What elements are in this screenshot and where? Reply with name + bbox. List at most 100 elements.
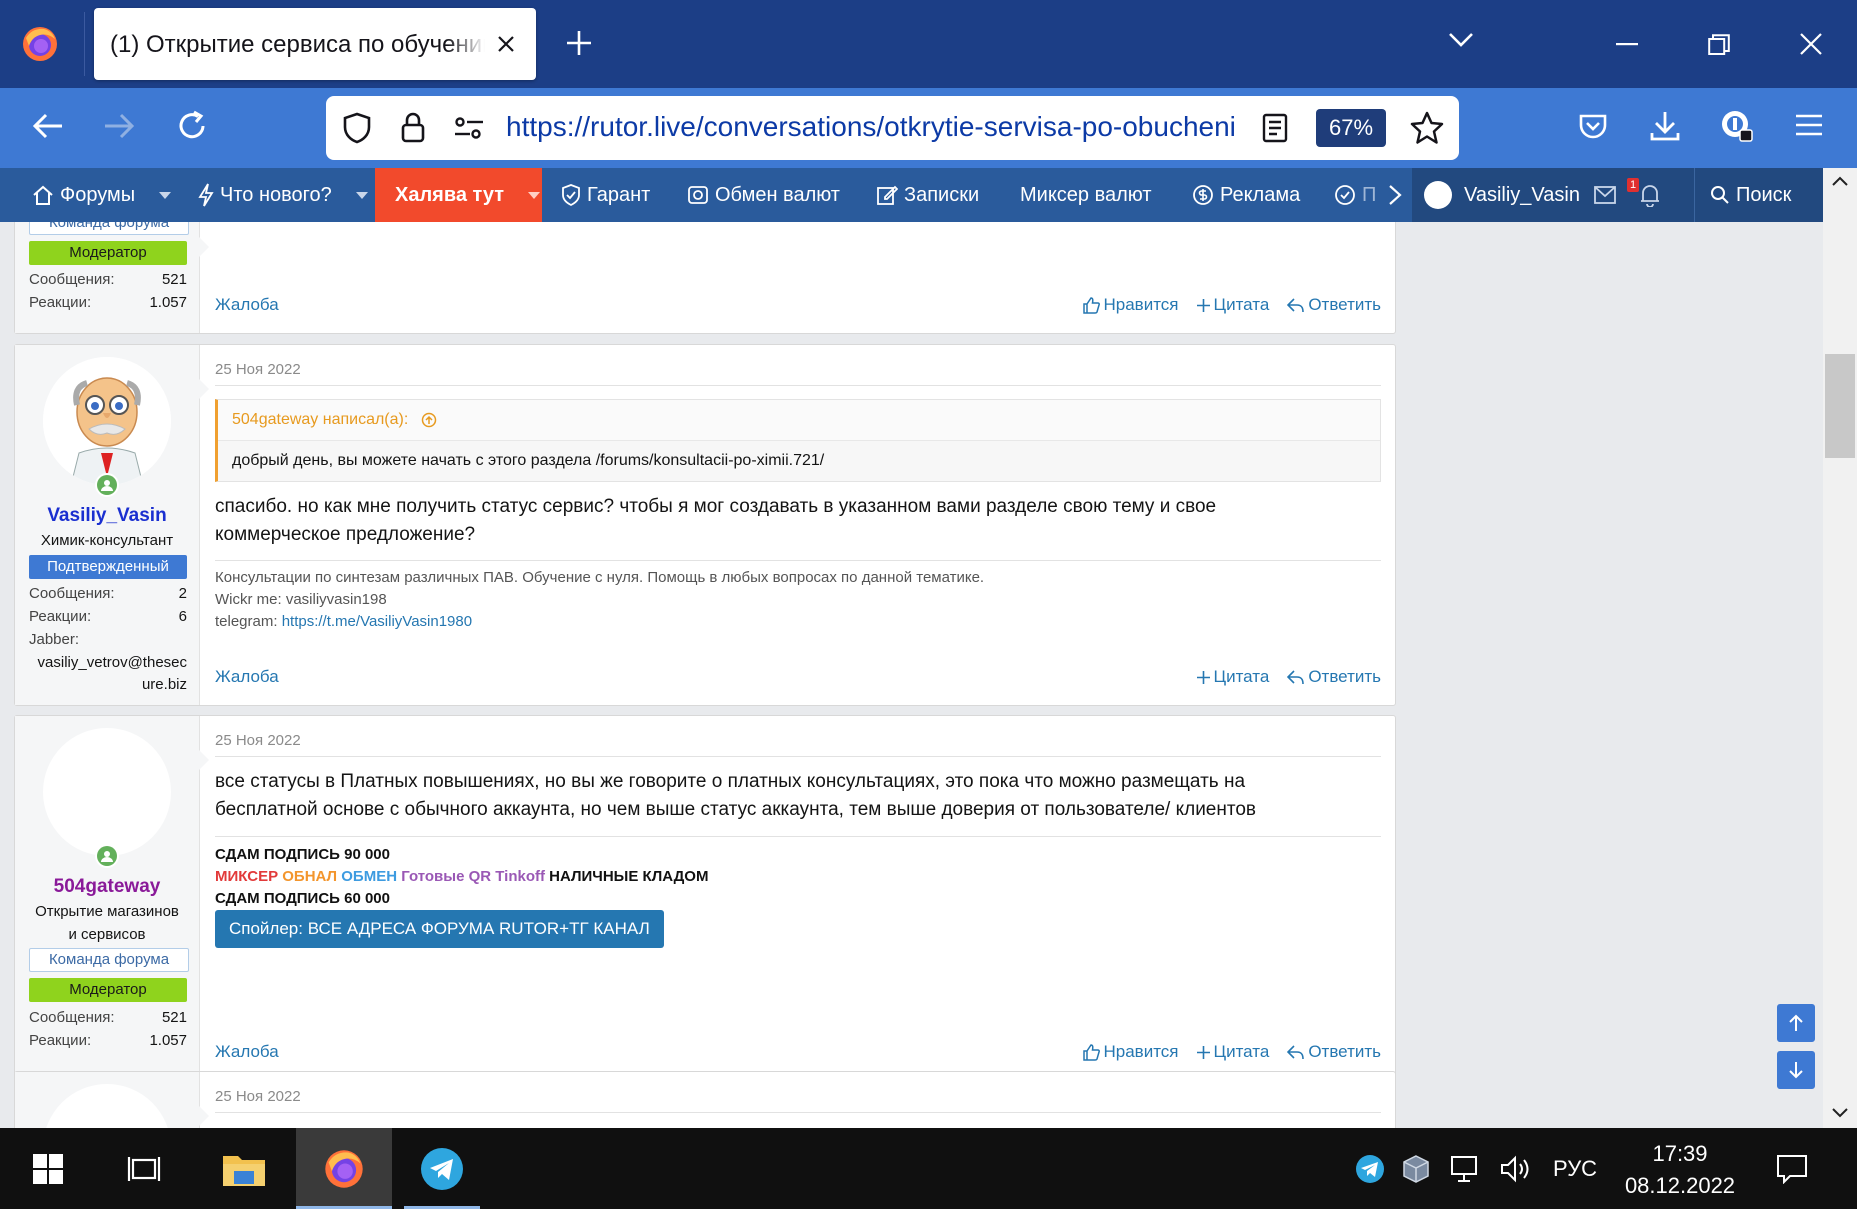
hamburger-menu-icon[interactable] [1796,114,1822,136]
user-stat-reactions: Реакции: 1.057 [29,1032,187,1049]
inbox-icon[interactable] [1594,168,1616,222]
message-actions: Жалоба Цитата Ответить [215,667,1381,691]
lock-icon[interactable] [400,111,426,143]
package-tray-icon[interactable] [1396,1128,1436,1209]
reply-icon [1287,669,1305,684]
user-banner-team: Команда форума [29,948,189,972]
scroll-to-bottom-button[interactable] [1777,1051,1815,1089]
scroll-to-top-button[interactable] [1777,1004,1815,1042]
nav-garant[interactable]: Гарант [561,168,650,222]
page-scrollbar[interactable] [1823,168,1857,1128]
task-view-icon[interactable] [96,1128,192,1209]
pocket-icon[interactable] [1578,112,1608,142]
report-link[interactable]: Жалоба [215,295,279,315]
telegram-link[interactable]: https://t.me/VasiliyVasin1980 [282,613,472,630]
new-tab-icon[interactable] [566,30,592,56]
user-nav-area: Vasiliy_Vasin 1 Поиск [1412,168,1823,222]
firefox-taskbar-icon[interactable] [296,1128,392,1209]
user-banner-moderator: Модератор [29,241,187,265]
username-link[interactable]: 504gateway [15,876,199,898]
shield-icon[interactable] [342,112,372,144]
avatar[interactable] [43,1084,171,1128]
report-link[interactable]: Жалоба [215,667,279,687]
nav-more-label: П [1362,184,1377,206]
avatar[interactable] [43,357,171,485]
scroll-down-arrow-icon[interactable] [1832,1108,1848,1118]
user-account-link[interactable]: Vasiliy_Vasin [1424,168,1580,222]
message-date[interactable]: 25 Ноя 2022 [215,1088,301,1105]
signature-segment: ОБНАЛ [282,868,342,885]
network-icon[interactable] [1446,1128,1486,1209]
message-date[interactable]: 25 Ноя 2022 [215,732,301,749]
input-language-indicator[interactable]: РУС [1553,1128,1597,1209]
quote-button[interactable]: Цитата [1196,295,1269,315]
close-window-icon[interactable] [1800,33,1822,55]
zoom-level-badge[interactable]: 67% [1316,109,1386,147]
nav-notes[interactable]: Записки [876,168,979,222]
nav-halyava[interactable]: Халява тут [375,168,542,222]
nav-whats-new[interactable]: Что нового? [198,168,368,222]
active-tab[interactable]: (1) Открытие сервиса по обучению [94,8,536,80]
conversation-content: Команда форума Модератор Сообщения: 521 Р… [0,222,1823,1128]
alerts-bell-icon[interactable]: 1 [1627,168,1661,222]
extension-shield-icon[interactable] [1720,108,1754,144]
volume-icon[interactable] [1496,1128,1536,1209]
notifications-icon[interactable] [1768,1128,1816,1209]
user-banner-verified: Подтвержденный [29,555,187,579]
nav-mixer-label: Миксер валют [1020,184,1152,206]
nav-scroll-right-icon[interactable] [1388,168,1402,222]
system-clock[interactable]: 17:39 08.12.2022 [1620,1138,1740,1202]
report-link[interactable]: Жалоба [215,1042,279,1062]
search-link[interactable]: Поиск [1710,168,1791,222]
reader-view-icon[interactable] [1262,113,1288,143]
user-title: Химик-консультант [40,532,174,549]
nav-exchange[interactable]: Обмен валют [687,168,840,222]
spoiler-button[interactable]: Спойлер: ВСЕ АДРЕСА ФОРУМА RUTOR+ТГ КАНА… [215,910,664,948]
reply-button[interactable]: Ответить [1287,295,1381,315]
scroll-up-arrow-icon[interactable] [1832,176,1848,186]
reply-button[interactable]: Ответить [1287,1042,1381,1062]
signature: СДАМ ПОДПИСЬ 90 000 МИКСЕР ОБНАЛ ОБМЕН Г… [215,846,709,907]
telegram-taskbar-icon[interactable] [394,1128,490,1209]
permissions-icon[interactable] [454,116,484,140]
nav-ads[interactable]: Реклама [1192,168,1300,222]
quote-author[interactable]: 504gateway написал(а): [218,400,1380,441]
url-text[interactable]: https://rutor.live/conversations/otkryti… [506,111,1246,143]
badge-check-icon [1335,185,1355,205]
scrollbar-thumb[interactable] [1825,354,1855,458]
download-icon[interactable] [1650,110,1680,142]
chevron-down-icon[interactable] [159,191,172,199]
chevron-down-icon[interactable] [528,191,541,199]
nav-mixer[interactable]: Миксер валют [1020,168,1152,222]
quote-button[interactable]: Цитата [1196,667,1269,687]
start-windows-icon[interactable] [0,1128,96,1209]
nav-more-truncated[interactable]: П [1334,168,1376,222]
username-link[interactable]: Vasiliy_Vasin [15,505,199,527]
url-bar[interactable]: https://rutor.live/conversations/otkryti… [326,96,1459,160]
message-date[interactable]: 25 Ноя 2022 [215,361,301,378]
quote-button[interactable]: Цитата [1196,1042,1269,1062]
close-tab-icon[interactable] [496,34,516,54]
file-explorer-icon[interactable] [196,1128,292,1209]
reload-icon[interactable] [176,110,208,142]
signature-divider [215,560,1381,561]
chevron-down-icon[interactable] [1448,32,1474,48]
avatar[interactable] [43,728,171,856]
firefox-menu-icon[interactable] [20,24,60,64]
jump-to-quote-icon[interactable] [421,412,437,428]
minimize-window-icon[interactable] [1616,43,1638,46]
chevron-down-icon[interactable] [355,191,368,199]
back-arrow-icon[interactable] [32,110,64,142]
telegram-tray-icon[interactable] [1350,1128,1390,1209]
like-button[interactable]: Нравится [1082,1042,1179,1062]
clock-time: 17:39 [1652,1141,1708,1166]
message-cell: 25 Ноя 2022 [215,1072,1381,1128]
like-button[interactable]: Нравится [1082,295,1179,315]
home-icon [33,185,53,205]
forward-arrow-icon[interactable] [103,110,135,142]
reply-button[interactable]: Ответить [1287,667,1381,687]
signature-colored-line: МИКСЕР ОБНАЛ ОБМЕН Готовые QR Tinkoff НА… [215,866,708,888]
bookmark-star-icon[interactable] [1410,111,1444,145]
nav-forums[interactable]: Форумы [32,168,172,222]
restore-window-icon[interactable] [1708,34,1730,56]
